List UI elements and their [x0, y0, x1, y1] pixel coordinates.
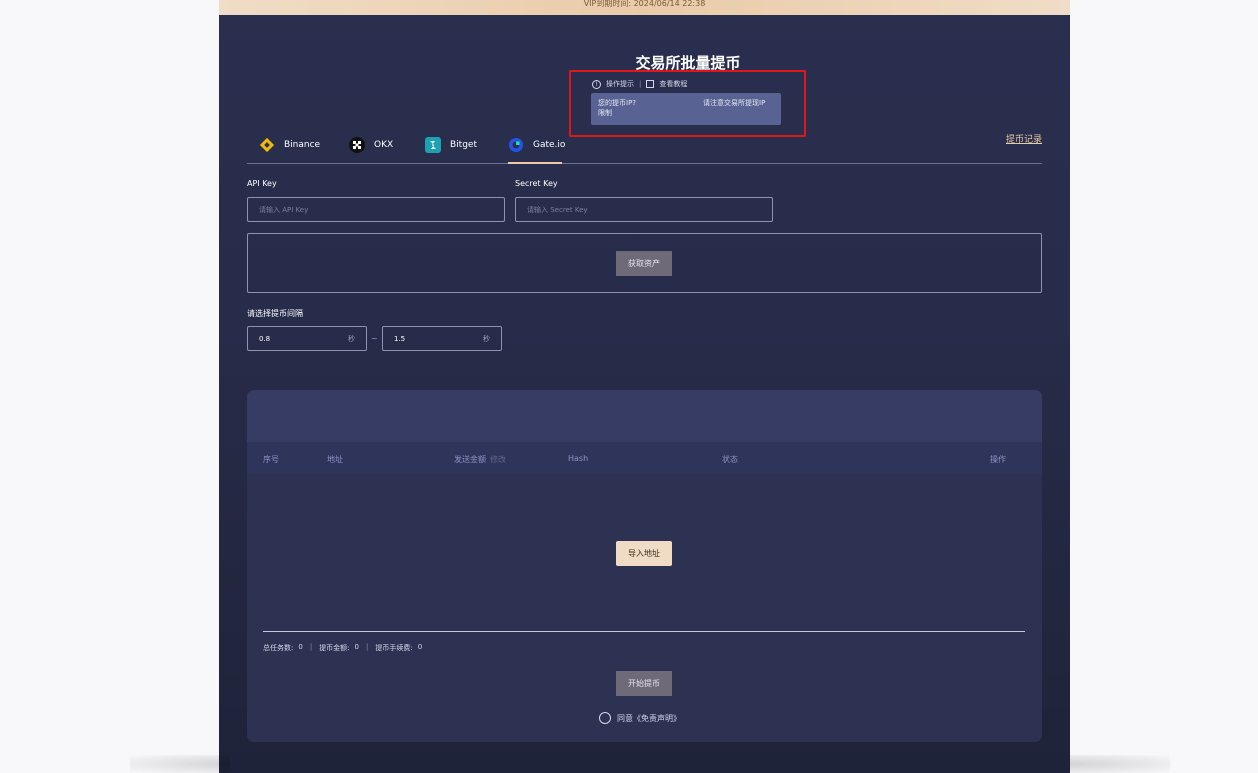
amount-edit-link[interactable]: 修改 — [490, 455, 506, 464]
tab-gateio-label: Gate.io — [533, 139, 566, 150]
summary-row: 总任务数: 0 | 提币金额: 0 | 提币手续费: 0 — [263, 643, 422, 653]
interval-separator: ~ — [371, 334, 378, 343]
header-amount-label: 发送金额 — [454, 455, 486, 464]
agree-row[interactable]: 同意《免责声明》 — [599, 712, 681, 724]
get-assets-button[interactable]: 获取资产 — [616, 251, 672, 276]
bitget-icon — [425, 136, 441, 153]
api-key-input[interactable]: 请输入 API Key — [247, 197, 505, 222]
header-amount: 发送金额 修改 — [454, 454, 506, 465]
table-header: 序号 地址 发送金额 修改 Hash 状态 操作 — [247, 442, 1042, 474]
fee-value: 0 — [417, 643, 423, 651]
exchange-tabs: Binance OKX Bitget Gate.io 提币记录 — [247, 126, 1042, 164]
start-withdraw-button[interactable]: 开始提币 — [616, 671, 672, 696]
tab-bitget[interactable]: Bitget — [425, 126, 477, 163]
interval-max-unit: 秒 — [483, 334, 490, 343]
main-panel: VIP到期时间: 2024/06/14 22:38 交易所批量提币 ! 操作提示… — [219, 0, 1070, 773]
tab-binance[interactable]: Binance — [259, 126, 320, 163]
tab-okx-label: OKX — [374, 139, 394, 150]
tab-okx[interactable]: OKX — [349, 126, 393, 163]
header-address: 地址 — [327, 455, 343, 464]
binance-icon — [259, 137, 275, 152]
withdraw-records-link[interactable]: 提币记录 — [1006, 132, 1042, 145]
header-index: 序号 — [263, 455, 279, 464]
gateio-icon — [509, 137, 523, 152]
import-address-button[interactable]: 导入地址 — [616, 541, 672, 566]
okx-icon — [349, 136, 365, 153]
panel-shadow-left — [130, 755, 230, 773]
withdraw-amount-value: 0 — [354, 643, 360, 651]
interval-min-input[interactable]: 0.8 秒 — [247, 326, 367, 351]
secret-key-input[interactable]: 请输入 Secret Key — [515, 197, 773, 222]
summary-sep-2: | — [366, 643, 369, 651]
interval-min-value: 0.8 — [259, 334, 271, 343]
header-status: 状态 — [722, 455, 738, 464]
total-tasks-label: 总任务数: — [263, 644, 294, 652]
asset-box: 获取资产 — [247, 233, 1042, 293]
vip-expiry-bar: VIP到期时间: 2024/06/14 22:38 — [219, 0, 1070, 15]
interval-label: 请选择提币间隔 — [247, 309, 303, 318]
tab-bitget-label: Bitget — [450, 139, 477, 150]
agree-radio[interactable] — [599, 712, 611, 724]
address-table-card: 序号 地址 发送金额 修改 Hash 状态 操作 导入地址 总任务数: 0 | 提… — [247, 390, 1042, 742]
header-hash: Hash — [568, 454, 589, 463]
agree-text: 同意《免责声明》 — [617, 713, 681, 723]
interval-min-unit: 秒 — [348, 334, 355, 343]
withdraw-amount-label: 提币金额: — [319, 644, 350, 652]
tab-gateio[interactable]: Gate.io — [508, 126, 566, 164]
card-top-band — [247, 390, 1042, 442]
header-action: 操作 — [990, 455, 1006, 464]
table-divider — [263, 631, 1025, 632]
fee-label: 提币手续费: — [375, 644, 413, 652]
api-key-label: API Key — [247, 179, 277, 188]
summary-sep-1: | — [309, 643, 313, 651]
panel-shadow-right — [1070, 755, 1170, 773]
interval-max-value: 1.5 — [394, 334, 406, 343]
interval-max-input[interactable]: 1.5 秒 — [382, 326, 502, 351]
total-tasks-value: 0 — [298, 643, 303, 651]
secret-key-label: Secret Key — [515, 179, 558, 188]
tab-binance-label: Binance — [284, 139, 321, 150]
